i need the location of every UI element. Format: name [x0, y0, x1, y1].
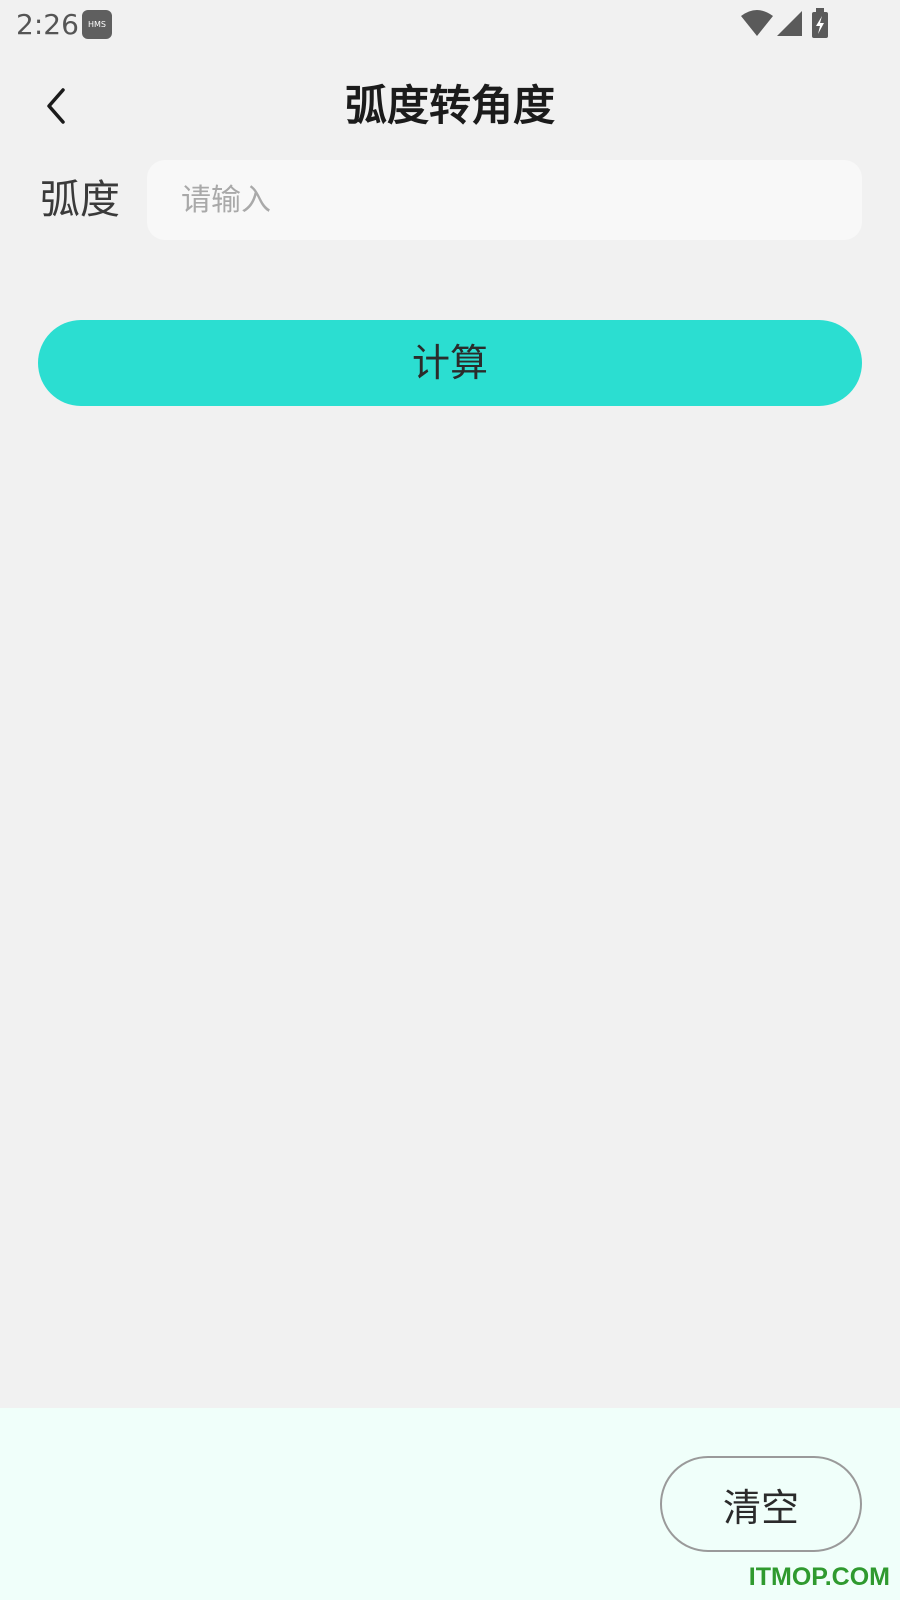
page-title: 弧度转角度: [344, 81, 555, 130]
radian-input[interactable]: [147, 160, 862, 240]
calculate-button[interactable]: 计算: [38, 320, 862, 406]
clear-button[interactable]: 清空: [660, 1456, 862, 1552]
screen: 2:26 HMS 弧度转角度 弧度 计算 清空 ITMOP.COM: [0, 0, 900, 1600]
cellular-signal-icon: [777, 11, 802, 36]
back-button[interactable]: [30, 80, 82, 132]
hms-badge: HMS: [82, 10, 112, 39]
status-time: 2:26: [16, 8, 79, 41]
status-icons: [740, 8, 900, 42]
bottom-panel: 清空 ITMOP.COM: [0, 1408, 900, 1600]
chevron-left-icon: [47, 88, 65, 124]
battery-charging-icon: [812, 8, 828, 38]
radian-label: 弧度: [40, 177, 120, 223]
watermark: ITMOP.COM: [748, 1563, 890, 1591]
status-bar: 2:26 HMS: [0, 0, 900, 50]
wifi-icon: [741, 10, 773, 36]
